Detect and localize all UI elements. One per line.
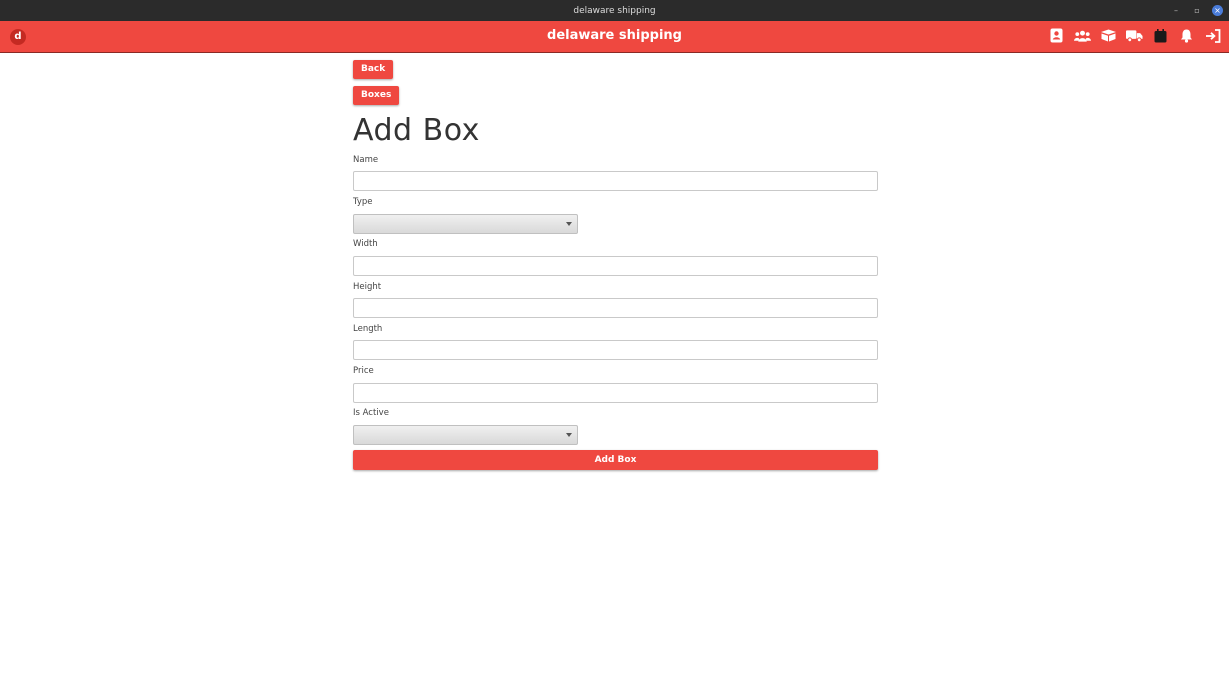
nav-icon-group	[1048, 27, 1221, 44]
name-field[interactable]	[353, 171, 878, 191]
length-field[interactable]	[353, 340, 878, 360]
price-field[interactable]	[353, 383, 878, 403]
app-navbar: d delaware shipping	[0, 21, 1229, 53]
add-box-button[interactable]: Add Box	[353, 450, 878, 470]
minimize-icon[interactable]: –	[1170, 5, 1182, 17]
window-title: delaware shipping	[573, 5, 656, 16]
height-label: Height	[353, 282, 382, 292]
price-label: Price	[353, 366, 374, 376]
truck-icon[interactable]	[1126, 27, 1143, 44]
contact-card-icon[interactable]	[1048, 27, 1065, 44]
page-title: Add Box	[353, 113, 480, 148]
app-logo[interactable]: d	[10, 29, 26, 45]
width-label: Width	[353, 239, 378, 249]
users-icon[interactable]	[1074, 27, 1091, 44]
height-field[interactable]	[353, 298, 878, 318]
back-button[interactable]: Back	[353, 60, 393, 79]
type-select[interactable]	[353, 214, 578, 234]
chevron-down-icon	[566, 433, 572, 437]
boxes-icon[interactable]	[1100, 27, 1117, 44]
logout-icon[interactable]	[1204, 27, 1221, 44]
calendar-icon[interactable]	[1152, 27, 1169, 44]
window-controls: – ▫ ×	[1170, 0, 1223, 21]
close-icon[interactable]: ×	[1212, 5, 1223, 16]
bell-icon[interactable]	[1178, 27, 1195, 44]
is-active-label: Is Active	[353, 408, 389, 418]
length-label: Length	[353, 324, 383, 334]
chevron-down-icon	[566, 222, 572, 226]
restore-icon[interactable]: ▫	[1191, 5, 1203, 17]
boxes-button[interactable]: Boxes	[353, 86, 399, 105]
name-label: Name	[353, 155, 379, 165]
type-label: Type	[353, 197, 373, 207]
is-active-select[interactable]	[353, 425, 578, 445]
window-titlebar: delaware shipping – ▫ ×	[0, 0, 1229, 21]
width-field[interactable]	[353, 256, 878, 276]
app-title: delaware shipping	[547, 28, 682, 43]
